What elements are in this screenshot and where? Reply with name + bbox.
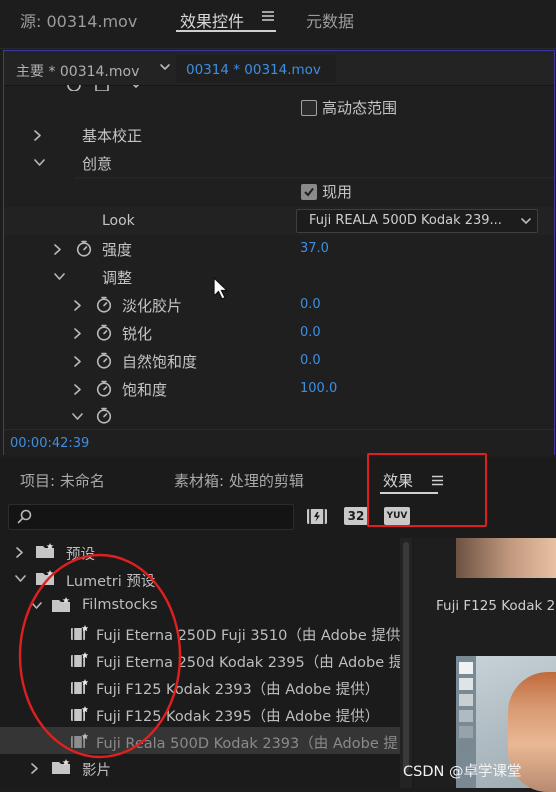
top-tab-bar: 源: 00314.mov 效果控件 元数据	[0, 0, 556, 49]
basic-correction-label: 基本校正	[82, 127, 143, 145]
32bit-badge-icon[interactable]: 32	[344, 507, 368, 525]
effect-controls-panel: 主要 * 00314.mov 00314 * 00314.mov 高动态范围 基…	[3, 50, 555, 455]
look-label: Look	[102, 213, 135, 229]
hdr-checkbox[interactable]	[301, 100, 317, 116]
tab-sequence-clip[interactable]: 00314 * 00314.mov	[186, 62, 321, 78]
param-value[interactable]: 100.0	[300, 381, 337, 396]
tab-effect-controls[interactable]: 效果控件	[180, 8, 244, 32]
chevron-down-icon	[521, 218, 531, 225]
sequence-tab-bar: 主要 * 00314.mov 00314 * 00314.mov	[4, 51, 554, 86]
stopwatch-icon[interactable]	[96, 296, 112, 313]
look-dropdown[interactable]: Fuji REALA 500D Kodak 239...	[296, 209, 538, 233]
chevron-right-icon[interactable]	[54, 244, 61, 255]
stopwatch-icon[interactable]	[96, 352, 112, 369]
active-tab-underline	[176, 30, 276, 32]
scrollbar-thumb[interactable]	[403, 542, 409, 772]
stopwatch-icon[interactable]	[96, 407, 112, 424]
preview-title: Fuji F125 Kodak 2	[436, 598, 556, 614]
chevron-right-icon[interactable]	[74, 328, 81, 339]
param-row-sharpen: 锐化 0.0	[4, 319, 554, 347]
annotation-box	[367, 453, 487, 527]
stopwatch-icon[interactable]	[96, 324, 112, 341]
tab-master-clip[interactable]: 主要 * 00314.mov	[16, 61, 139, 81]
param-value[interactable]: 0.0	[300, 353, 321, 368]
chevron-down-icon[interactable]	[160, 64, 170, 71]
intensity-label: 强度	[102, 241, 133, 259]
param-row-faded-film: 淡化胶片 0.0	[4, 291, 554, 319]
annotation-ellipse	[18, 553, 182, 759]
param-value[interactable]: 0.0	[300, 297, 321, 312]
creative-label: 创意	[82, 155, 113, 173]
stopwatch-icon[interactable]	[96, 380, 112, 397]
chevron-right-icon[interactable]	[74, 356, 81, 367]
watermark: CSDN @卓学课堂	[403, 764, 522, 780]
hdr-row: 高动态范围	[4, 93, 554, 121]
param-label: 饱和度	[122, 381, 168, 399]
chevron-right-icon[interactable]	[74, 384, 81, 395]
chevron-right-icon[interactable]	[34, 130, 41, 141]
stopwatch-icon[interactable]	[76, 240, 92, 257]
param-value[interactable]: 0.0	[300, 325, 321, 340]
search-icon	[17, 509, 32, 524]
accelerated-effects-icon[interactable]	[306, 506, 328, 526]
chevron-down-icon[interactable]	[72, 413, 83, 420]
panel-menu-icon[interactable]	[262, 10, 274, 22]
mouse-cursor-icon	[213, 277, 229, 301]
param-row-partial	[4, 403, 554, 431]
preview-panel: Fuji F125 Kodak 2	[414, 538, 556, 792]
hdr-label: 高动态范围	[322, 99, 398, 117]
param-row-saturation: 饱和度 100.0	[4, 375, 554, 403]
chevron-down-icon[interactable]	[54, 273, 65, 280]
param-label: 淡化胶片	[122, 297, 183, 315]
bottom-panel: 项目: 未命名 素材箱: 处理的剪辑 效果 32 YUV 预设 Lumetri …	[0, 453, 556, 792]
param-row-vibrance: 自然饱和度 0.0	[4, 347, 554, 375]
enable-label: 现用	[322, 183, 353, 201]
look-row: Look Fuji REALA 500D Kodak 239...	[4, 207, 554, 235]
tab-source[interactable]: 源: 00314.mov	[20, 8, 137, 32]
param-label: 自然饱和度	[122, 353, 198, 371]
tree-scrollbar[interactable]	[400, 538, 412, 788]
enable-checkbox[interactable]	[301, 184, 317, 200]
chevron-down-icon[interactable]	[34, 159, 45, 166]
basic-correction-row[interactable]: 基本校正	[4, 121, 554, 149]
tab-project[interactable]: 项目: 未命名	[20, 470, 105, 491]
tab-bin[interactable]: 素材箱: 处理的剪辑	[174, 470, 304, 491]
preview-thumbnail-top	[456, 538, 556, 578]
search-input[interactable]	[8, 504, 294, 530]
chevron-right-icon[interactable]	[31, 763, 38, 774]
timecode[interactable]: 00:00:42:39	[10, 436, 89, 451]
look-dropdown-value: Fuji REALA 500D Kodak 239...	[309, 213, 502, 228]
adjust-label: 调整	[102, 269, 133, 287]
list-item-label: 影片	[82, 763, 111, 779]
enable-row: 现用	[4, 179, 554, 207]
intensity-value[interactable]: 37.0	[300, 241, 329, 256]
adjust-row[interactable]: 调整	[4, 263, 554, 291]
tab-metadata[interactable]: 元数据	[306, 8, 354, 32]
chevron-right-icon[interactable]	[74, 300, 81, 311]
creative-row[interactable]: 创意	[4, 149, 554, 177]
clipped-icons-row	[64, 85, 164, 91]
param-label: 锐化	[122, 325, 153, 343]
timecode-bar: 00:00:42:39	[4, 429, 554, 455]
intensity-row: 强度 37.0	[4, 235, 554, 263]
